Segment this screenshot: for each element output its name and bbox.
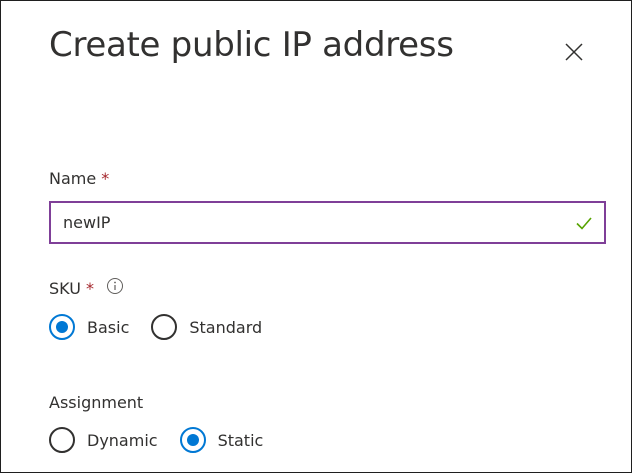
info-icon[interactable] bbox=[106, 277, 124, 299]
name-label-text: Name bbox=[49, 169, 97, 188]
sku-label-text: SKU bbox=[49, 278, 81, 298]
close-icon bbox=[565, 43, 583, 61]
name-label: Name * bbox=[49, 169, 109, 188]
name-input-value: newIP bbox=[63, 213, 111, 232]
name-required-mark: * bbox=[101, 169, 110, 188]
assignment-option-static[interactable]: Static bbox=[179, 427, 264, 453]
assignment-option-static-label: Static bbox=[217, 430, 264, 450]
sku-option-basic[interactable]: Basic bbox=[49, 314, 129, 340]
assignment-option-dynamic-label: Dynamic bbox=[87, 430, 158, 450]
radio-selected-icon bbox=[49, 314, 75, 340]
close-button[interactable] bbox=[559, 37, 589, 67]
assignment-label: Assignment bbox=[49, 393, 144, 412]
create-public-ip-dialog: Create public IP address Name * newIP SKU… bbox=[0, 0, 632, 473]
sku-option-basic-label: Basic bbox=[87, 317, 130, 337]
sku-option-standard-label: Standard bbox=[189, 317, 263, 337]
dialog-title: Create public IP address bbox=[49, 25, 454, 65]
radio-unselected-icon bbox=[49, 427, 75, 453]
sku-option-standard[interactable]: Standard bbox=[151, 314, 262, 340]
assignment-option-dynamic[interactable]: Dynamic bbox=[49, 427, 158, 453]
radio-selected-icon bbox=[179, 427, 206, 453]
sku-radio-group: Basic Standard bbox=[49, 314, 284, 340]
sku-required-mark: * bbox=[85, 278, 94, 298]
checkmark-icon bbox=[576, 217, 592, 230]
sku-label: SKU * bbox=[49, 277, 124, 299]
radio-unselected-icon bbox=[151, 314, 178, 340]
name-input[interactable]: newIP bbox=[49, 201, 606, 244]
assignment-radio-group: Dynamic Static bbox=[49, 427, 285, 453]
